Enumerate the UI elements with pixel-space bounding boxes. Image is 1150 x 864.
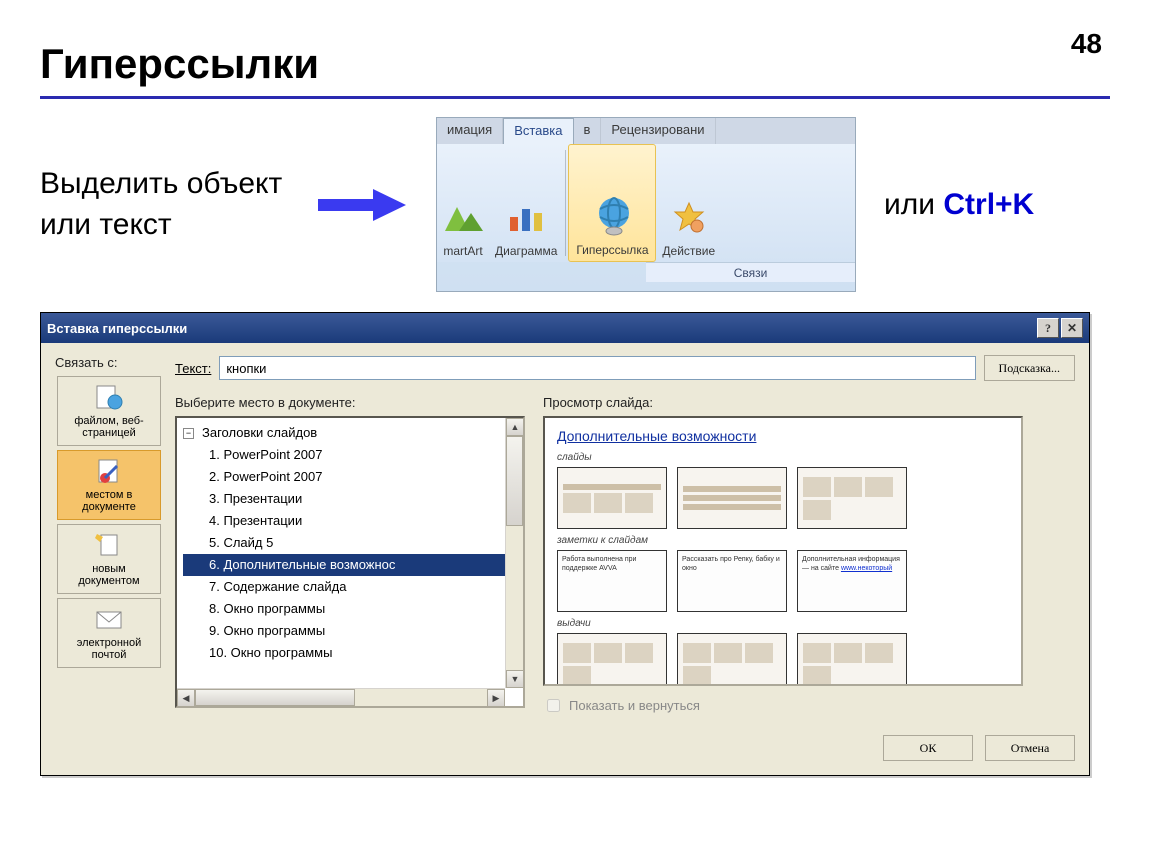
link-with-label: Связать с: [55,355,118,370]
ribbon-btn-label: Гиперссылка [576,243,648,257]
tree-item[interactable]: 1. PowerPoint 2007 [183,444,505,466]
ribbon-hyperlink-button[interactable]: Гиперссылка [568,144,656,262]
side-btn-label: электронной почтой [62,637,156,661]
tree-item[interactable]: 6. Дополнительные возможнос [183,554,505,576]
ribbon-snippet: имация Вставка в Рецензировани martArt Д… [436,117,856,292]
dialog-titlebar: Вставка гиперссылки ? ✕ [41,313,1089,343]
tree-item[interactable]: 5. Слайд 5 [183,532,505,554]
preview-section-label: слайды [557,452,1009,463]
preview-thumb [677,467,787,529]
ribbon-chart-button[interactable]: Диаграмма [489,144,563,262]
tree-item[interactable]: 2. PowerPoint 2007 [183,466,505,488]
ribbon-tab[interactable]: имация [437,118,503,144]
arrow-icon [318,185,408,225]
scroll-thumb[interactable] [195,689,355,706]
ribbon-tab[interactable]: Рецензировани [601,118,715,144]
action-icon [669,198,709,238]
preview-thumb [557,633,667,686]
ribbon-tab-active[interactable]: Вставка [503,118,573,144]
hyperlink-globe-icon [592,197,632,237]
preview-thumb [797,633,907,686]
preview-slide-title: Дополнительные возможности [557,428,1009,444]
new-doc-icon [93,531,125,559]
side-btn-new-doc[interactable]: новым документом [57,524,161,594]
scroll-up-icon[interactable]: ▲ [506,418,524,436]
ribbon-btn-label: martArt [443,244,482,258]
preview-section-label: выдачи [557,618,1009,629]
side-btn-file-web[interactable]: файлом, веб-страницей [57,376,161,446]
collapse-icon[interactable]: − [183,428,194,439]
preview-thumb [797,467,907,529]
tree-item[interactable]: 7. Содержание слайда [183,576,505,598]
text-input[interactable] [219,356,975,380]
preview-note-card: Рассказать про Репку, бабку и окно [677,550,787,612]
preview-note-card: Работа выполнена при поддержке AVVA [557,550,667,612]
side-btn-email[interactable]: электронной почтой [57,598,161,668]
shortcut-text: Ctrl+K [943,188,1034,221]
title-rule [40,96,1110,99]
ribbon-smartart-button[interactable]: martArt [437,144,489,262]
show-return-checkbox [547,699,560,712]
insert-hyperlink-dialog: Вставка гиперссылки ? ✕ Связать с: файло… [40,312,1090,776]
ribbon-btn-label: Диаграмма [495,244,557,258]
tree-item[interactable]: 3. Презентации [183,488,505,510]
preview-thumb [557,467,667,529]
ok-button[interactable]: ОК [883,735,973,761]
side-btn-place-in-doc[interactable]: местом в документе [57,450,161,520]
slide-preview: Дополнительные возможности слайды заметк… [543,416,1023,686]
scrollbar-vertical[interactable]: ▲ ▼ [505,418,523,688]
help-button[interactable]: ? [1037,318,1059,338]
text-label: Текст: [175,361,211,376]
ribbon-tab[interactable]: в [574,118,602,144]
cancel-button[interactable]: Отмена [985,735,1075,761]
ribbon-action-button[interactable]: Действие [656,144,721,262]
tree-item[interactable]: 4. Презентации [183,510,505,532]
scroll-thumb[interactable] [506,436,523,526]
dialog-title-text: Вставка гиперссылки [47,321,187,336]
scroll-down-icon[interactable]: ▼ [506,670,524,688]
email-icon [93,605,125,633]
or-text: или Ctrl+K [884,188,1034,222]
scroll-left-icon[interactable]: ◀ [177,689,195,707]
tree-item[interactable]: 9. Окно программы [183,620,505,642]
page-title: Гиперссылки [40,40,1110,88]
place-in-doc-icon [93,457,125,485]
preview-note-card: Дополнительная информация — на сайте www… [797,550,907,612]
ribbon-group-label: Связи [646,262,855,282]
close-button[interactable]: ✕ [1061,318,1083,338]
ribbon-separator [565,150,566,256]
side-btn-label: местом в документе [62,489,156,513]
tree-root-item[interactable]: − Заголовки слайдов [183,422,505,444]
tree-label: Выберите место в документе: [175,395,525,410]
ribbon-tabs: имация Вставка в Рецензировани [437,118,855,144]
tree-listbox[interactable]: − Заголовки слайдов 1. PowerPoint 20072.… [175,416,525,708]
instruction-text: Выделить объект или текст [40,164,290,245]
preview-section-label: заметки к слайдам [557,535,1009,546]
show-return-label: Показать и вернуться [569,698,700,713]
side-btn-label: файлом, веб-страницей [62,415,156,439]
preview-thumb [677,633,787,686]
hint-button[interactable]: Подсказка... [984,355,1075,381]
chart-icon [506,198,546,238]
page-number: 48 [1071,28,1102,60]
file-web-icon [93,383,125,411]
preview-label: Просмотр слайда: [543,395,1075,410]
tree-item[interactable]: 8. Окно программы [183,598,505,620]
side-btn-label: новым документом [62,563,156,587]
tree-item[interactable]: 10. Окно программы [183,642,505,664]
scrollbar-horizontal[interactable]: ◀ ▶ [177,688,505,706]
ribbon-btn-label: Действие [662,244,715,258]
scroll-right-icon[interactable]: ▶ [487,689,505,707]
smartart-icon [443,198,483,238]
